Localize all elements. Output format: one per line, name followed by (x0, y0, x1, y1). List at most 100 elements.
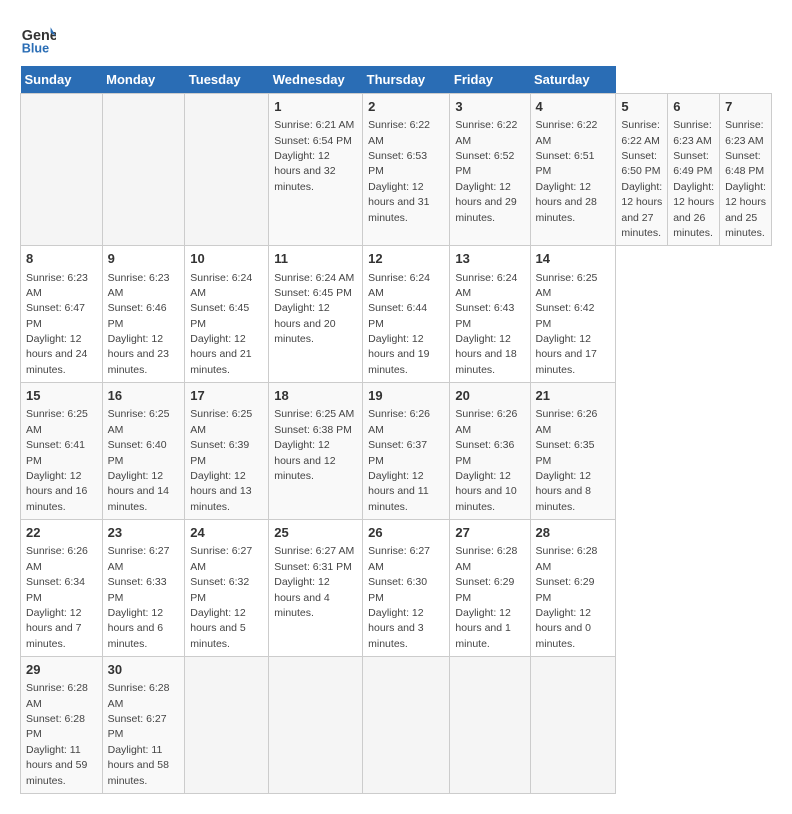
calendar-day-cell: 14 Sunrise: 6:25 AMSunset: 6:42 PMDayligh… (530, 246, 616, 383)
day-detail: Sunrise: 6:27 AMSunset: 6:33 PMDaylight:… (108, 545, 170, 649)
calendar-day-cell (363, 657, 450, 794)
day-detail: Sunrise: 6:28 AMSunset: 6:29 PMDaylight:… (455, 545, 517, 649)
calendar-week-row: 29 Sunrise: 6:28 AMSunset: 6:28 PMDayligh… (21, 657, 772, 794)
calendar-day-cell (450, 657, 530, 794)
day-number: 17 (190, 387, 263, 405)
calendar-day-cell: 27 Sunrise: 6:28 AMSunset: 6:29 PMDayligh… (450, 520, 530, 657)
day-detail: Sunrise: 6:22 AMSunset: 6:53 PMDaylight:… (368, 119, 430, 223)
day-number: 27 (455, 524, 524, 542)
day-number: 8 (26, 250, 97, 268)
day-number: 23 (108, 524, 180, 542)
day-number: 20 (455, 387, 524, 405)
day-number: 28 (536, 524, 611, 542)
weekday-header-cell: Wednesday (269, 66, 363, 94)
day-number: 9 (108, 250, 180, 268)
calendar-day-cell (185, 94, 269, 246)
weekday-header-cell: Friday (450, 66, 530, 94)
day-number: 16 (108, 387, 180, 405)
calendar-day-cell: 7Sunrise: 6:23 AMSunset: 6:48 PMDaylight… (720, 94, 772, 246)
calendar-week-row: 8 Sunrise: 6:23 AMSunset: 6:47 PMDaylight… (21, 246, 772, 383)
weekday-header-row: SundayMondayTuesdayWednesdayThursdayFrid… (21, 66, 772, 94)
calendar-day-cell: 22 Sunrise: 6:26 AMSunset: 6:34 PMDayligh… (21, 520, 103, 657)
day-number: 13 (455, 250, 524, 268)
day-detail: Sunrise: 6:22 AMSunset: 6:52 PMDaylight:… (455, 119, 517, 223)
day-number: 22 (26, 524, 97, 542)
day-detail: Sunrise: 6:23 AMSunset: 6:46 PMDaylight:… (108, 272, 170, 376)
day-detail: Sunrise: 6:27 AMSunset: 6:32 PMDaylight:… (190, 545, 252, 649)
calendar-day-cell: 10Sunrise: 6:24 AMSunset: 6:45 PMDayligh… (185, 246, 269, 383)
weekday-header-cell: Saturday (530, 66, 616, 94)
calendar-day-cell: 3 Sunrise: 6:22 AMSunset: 6:52 PMDaylight… (450, 94, 530, 246)
day-detail: Sunrise: 6:27 AMSunset: 6:31 PMDaylight:… (274, 545, 354, 619)
day-number: 24 (190, 524, 263, 542)
day-detail: Sunrise: 6:28 AMSunset: 6:27 PMDaylight:… (108, 682, 170, 786)
calendar-day-cell: 11Sunrise: 6:24 AMSunset: 6:45 PMDayligh… (269, 246, 363, 383)
day-number: 1 (274, 98, 357, 116)
weekday-header-cell: Thursday (363, 66, 450, 94)
day-number: 25 (274, 524, 357, 542)
day-detail: Sunrise: 6:26 AMSunset: 6:35 PMDaylight:… (536, 408, 598, 512)
day-number: 21 (536, 387, 611, 405)
day-detail: Sunrise: 6:23 AMSunset: 6:47 PMDaylight:… (26, 272, 88, 376)
calendar-day-cell: 5Sunrise: 6:22 AMSunset: 6:50 PMDaylight… (616, 94, 668, 246)
day-detail: Sunrise: 6:21 AMSunset: 6:54 PMDaylight:… (274, 119, 354, 193)
weekday-header-cell: Sunday (21, 66, 103, 94)
day-detail: Sunrise: 6:28 AMSunset: 6:28 PMDaylight:… (26, 682, 88, 786)
calendar-day-cell: 13 Sunrise: 6:24 AMSunset: 6:43 PMDayligh… (450, 246, 530, 383)
day-number: 7 (725, 98, 766, 116)
day-detail: Sunrise: 6:26 AMSunset: 6:37 PMDaylight:… (368, 408, 430, 512)
day-number: 29 (26, 661, 97, 679)
day-number: 10 (190, 250, 263, 268)
svg-text:Blue: Blue (22, 41, 49, 55)
logo: General Blue (20, 20, 56, 56)
calendar-day-cell: 20 Sunrise: 6:26 AMSunset: 6:36 PMDayligh… (450, 383, 530, 520)
day-detail: Sunrise: 6:27 AMSunset: 6:30 PMDaylight:… (368, 545, 430, 649)
day-number: 18 (274, 387, 357, 405)
calendar-day-cell: 18 Sunrise: 6:25 AMSunset: 6:38 PMDayligh… (269, 383, 363, 520)
calendar-day-cell (21, 94, 103, 246)
calendar-day-cell: 23 Sunrise: 6:27 AMSunset: 6:33 PMDayligh… (102, 520, 185, 657)
page-header: General Blue (20, 20, 772, 56)
calendar-day-cell (269, 657, 363, 794)
day-number: 15 (26, 387, 97, 405)
calendar-week-row: 22 Sunrise: 6:26 AMSunset: 6:34 PMDayligh… (21, 520, 772, 657)
calendar-day-cell: 28Sunrise: 6:28 AMSunset: 6:29 PMDayligh… (530, 520, 616, 657)
day-detail: Sunrise: 6:25 AMSunset: 6:38 PMDaylight:… (274, 408, 354, 482)
logo-icon: General Blue (20, 20, 56, 56)
calendar-day-cell: 8 Sunrise: 6:23 AMSunset: 6:47 PMDaylight… (21, 246, 103, 383)
day-detail: Sunrise: 6:25 AMSunset: 6:41 PMDaylight:… (26, 408, 88, 512)
day-number: 19 (368, 387, 444, 405)
calendar-week-row: 15 Sunrise: 6:25 AMSunset: 6:41 PMDayligh… (21, 383, 772, 520)
day-number: 26 (368, 524, 444, 542)
calendar-day-cell: 16 Sunrise: 6:25 AMSunset: 6:40 PMDayligh… (102, 383, 185, 520)
day-detail: Sunrise: 6:26 AMSunset: 6:34 PMDaylight:… (26, 545, 88, 649)
day-number: 3 (455, 98, 524, 116)
day-number: 12 (368, 250, 444, 268)
day-detail: Sunrise: 6:26 AMSunset: 6:36 PMDaylight:… (455, 408, 517, 512)
calendar-day-cell (530, 657, 616, 794)
calendar-day-cell: 2Sunrise: 6:22 AMSunset: 6:53 PMDaylight… (363, 94, 450, 246)
day-detail: Sunrise: 6:23 AMSunset: 6:49 PMDaylight:… (673, 119, 714, 239)
day-number: 30 (108, 661, 180, 679)
calendar-day-cell: 25 Sunrise: 6:27 AMSunset: 6:31 PMDayligh… (269, 520, 363, 657)
day-detail: Sunrise: 6:24 AMSunset: 6:44 PMDaylight:… (368, 272, 430, 376)
calendar-day-cell: 15 Sunrise: 6:25 AMSunset: 6:41 PMDayligh… (21, 383, 103, 520)
calendar-day-cell: 12 Sunrise: 6:24 AMSunset: 6:44 PMDayligh… (363, 246, 450, 383)
calendar-day-cell: 26 Sunrise: 6:27 AMSunset: 6:30 PMDayligh… (363, 520, 450, 657)
calendar-day-cell: 9 Sunrise: 6:23 AMSunset: 6:46 PMDaylight… (102, 246, 185, 383)
weekday-header-cell: Monday (102, 66, 185, 94)
calendar-day-cell: 6 Sunrise: 6:23 AMSunset: 6:49 PMDaylight… (668, 94, 720, 246)
day-detail: Sunrise: 6:25 AMSunset: 6:40 PMDaylight:… (108, 408, 170, 512)
calendar-day-cell: 29 Sunrise: 6:28 AMSunset: 6:28 PMDayligh… (21, 657, 103, 794)
day-number: 14 (536, 250, 611, 268)
calendar-day-cell: 19 Sunrise: 6:26 AMSunset: 6:37 PMDayligh… (363, 383, 450, 520)
day-detail: Sunrise: 6:22 AMSunset: 6:50 PMDaylight:… (621, 119, 662, 239)
calendar-day-cell: 24 Sunrise: 6:27 AMSunset: 6:32 PMDayligh… (185, 520, 269, 657)
day-number: 6 (673, 98, 714, 116)
calendar-day-cell (102, 94, 185, 246)
day-detail: Sunrise: 6:24 AMSunset: 6:43 PMDaylight:… (455, 272, 517, 376)
day-detail: Sunrise: 6:24 AMSunset: 6:45 PMDaylight:… (274, 272, 354, 346)
day-number: 4 (536, 98, 611, 116)
calendar-day-cell: 4Sunrise: 6:22 AMSunset: 6:51 PMDaylight… (530, 94, 616, 246)
day-detail: Sunrise: 6:25 AMSunset: 6:42 PMDaylight:… (536, 272, 598, 376)
